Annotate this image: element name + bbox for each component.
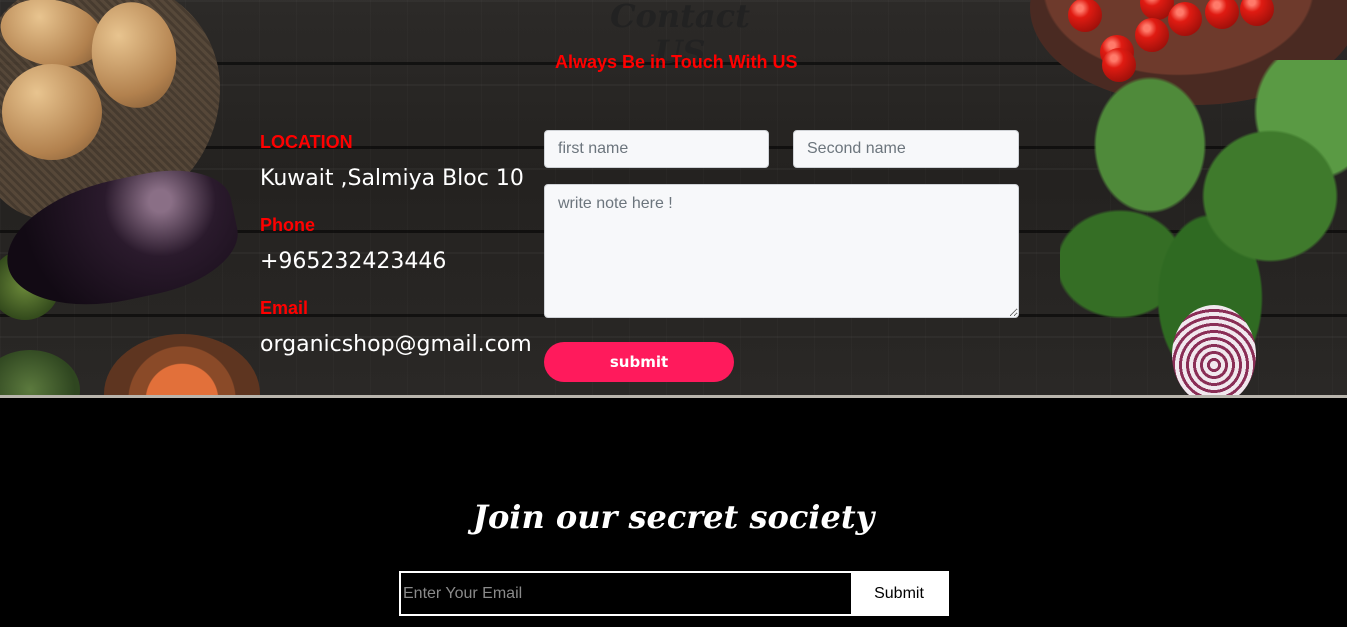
tomato-image [1168,2,1202,36]
first-name-input[interactable] [544,130,769,168]
email-label: Email [260,298,309,318]
newsletter-email-input[interactable] [401,573,851,614]
contact-section: Contact US Always Be in Touch With US LO… [0,0,1347,398]
second-name-input[interactable] [793,130,1019,168]
newsletter-title: Join our secret society [472,498,875,536]
potato-image [2,64,102,160]
tomato-image [1135,18,1169,52]
broccoli-image [0,350,80,398]
location-label: LOCATION [260,132,353,152]
newsletter-submit-button[interactable]: Submit [851,573,947,614]
phone-value: +965232423446 [260,249,447,274]
red-onion-image [1172,305,1256,398]
location-value: Kuwait ,Salmiya Bloc 10 [260,166,524,191]
newsletter-form: Submit [399,571,949,616]
note-textarea[interactable] [544,184,1019,318]
email-value: organicshop@gmail.com [260,332,532,357]
contact-subtitle: Always Be in Touch With US [555,52,798,72]
carrot-bowl-image [104,334,260,398]
contact-submit-button[interactable]: submit [544,342,734,382]
phone-label: Phone [260,215,316,235]
